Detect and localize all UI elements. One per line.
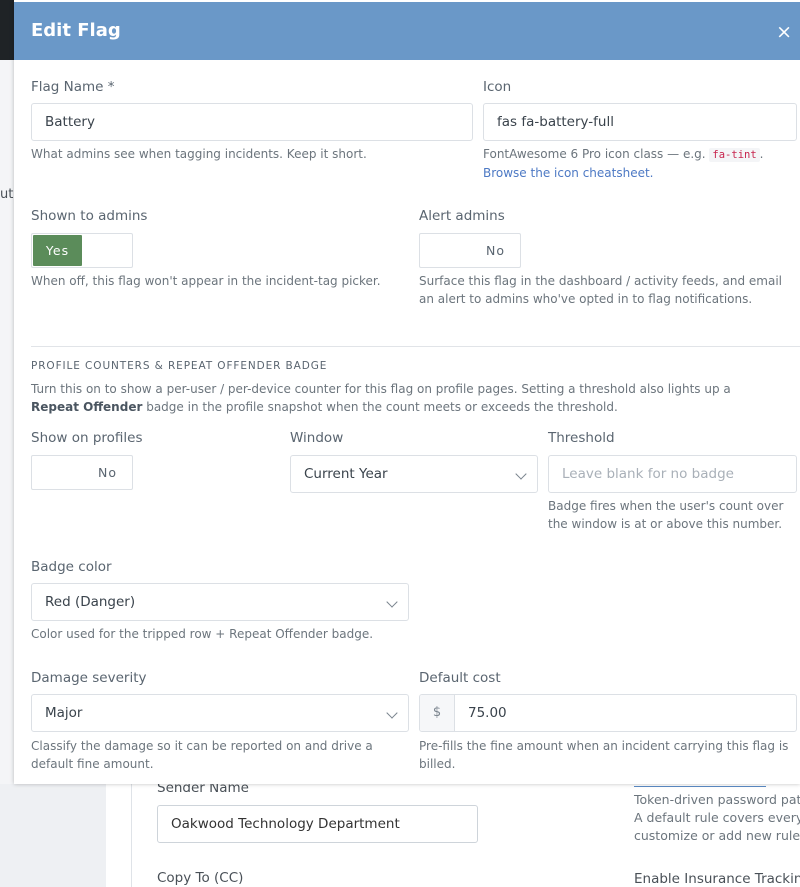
threshold-help: Badge fires when the user's count over t… [548, 499, 784, 531]
badge-color-help: Color used for the tripped row + Repeat … [31, 627, 374, 641]
chevron-down-icon [386, 707, 398, 719]
icon-help-text: FontAwesome 6 Pro icon class — e.g. [483, 147, 706, 161]
shown-to-admins-label: Shown to admins [31, 208, 148, 224]
threshold-input[interactable]: Leave blank for no badge [548, 455, 797, 493]
copy-to-label: Copy To (CC) [157, 870, 244, 886]
section-divider [31, 346, 800, 347]
sender-name-input[interactable]: Oakwood Technology Department [157, 805, 478, 843]
icon-help-period: . [759, 147, 764, 161]
default-cost-value: 75.00 [468, 705, 507, 721]
toggle-state-yes: Yes [33, 235, 82, 266]
show-on-profiles-toggle[interactable]: No [31, 455, 133, 490]
chevron-down-icon [515, 468, 527, 480]
default-cost-input[interactable]: $ 75.00 [419, 694, 797, 732]
modal-header: Edit Flag × [14, 2, 800, 60]
background-sidebar [0, 784, 106, 887]
edit-flag-modal: Edit Flag × Flag Name * Battery What adm… [14, 0, 800, 784]
insurance-tracking-label: Enable Insurance Trackin [634, 871, 800, 887]
window-select-value: Current Year [304, 466, 388, 482]
default-rule-help: A default rule covers every g [634, 810, 800, 825]
modal-title: Edit Flag [31, 20, 121, 41]
close-icon[interactable]: × [776, 23, 792, 42]
section-description: Turn this on to show a per-user / per-de… [31, 380, 781, 416]
show-on-profiles-label: Show on profiles [31, 430, 143, 446]
window-label: Window [290, 430, 344, 446]
alert-admins-toggle[interactable]: No [419, 233, 521, 268]
icon-class-input[interactable]: fas fa-battery-full [483, 103, 797, 141]
toggle-state-no: No [98, 465, 117, 480]
chevron-down-icon [386, 596, 398, 608]
shown-to-admins-toggle[interactable]: Yes [31, 233, 133, 268]
shown-to-admins-help: When off, this flag won't appear in the … [31, 274, 381, 288]
damage-severity-label: Damage severity [31, 670, 147, 686]
section-heading: PROFILE COUNTERS & REPEAT OFFENDER BADGE [31, 360, 328, 372]
window-select[interactable]: Current Year [290, 455, 538, 493]
flag-name-input[interactable]: Battery [31, 103, 473, 141]
alert-admins-help: Surface this flag in the dashboard / act… [419, 274, 783, 306]
alert-admins-label: Alert admins [419, 208, 505, 224]
section-desc-text: Turn this on to show a per-user / per-de… [31, 382, 731, 396]
badge-color-label: Badge color [31, 559, 112, 575]
section-desc-bold: Repeat Offender [31, 400, 143, 414]
flag-name-label: Flag Name * [31, 79, 115, 95]
currency-addon: $ [420, 695, 455, 731]
toggle-state-no: No [486, 243, 505, 258]
flag-name-help: What admins see when tagging incidents. … [31, 147, 367, 161]
badge-color-value: Red (Danger) [45, 594, 136, 610]
damage-severity-select[interactable]: Major [31, 694, 409, 732]
icon-label: Icon [483, 79, 512, 95]
icon-help: FontAwesome 6 Pro icon class — e.g. fa-t… [483, 145, 793, 182]
section-desc-text-2: badge in the profile snapshot when the c… [146, 400, 618, 414]
background-panel-border [131, 784, 132, 887]
icon-cheatsheet-link[interactable]: Browse the icon cheatsheet. [483, 166, 654, 180]
badge-color-select[interactable]: Red (Danger) [31, 583, 409, 621]
background-partial-text: ut [0, 187, 14, 202]
damage-severity-help: Classify the damage so it can be reporte… [31, 739, 373, 771]
damage-severity-value: Major [45, 705, 83, 721]
customize-rules-help: customize or add new rules f [634, 828, 800, 843]
background-left-strip [0, 60, 14, 784]
threshold-label: Threshold [548, 430, 615, 446]
default-cost-label: Default cost [419, 670, 501, 686]
default-cost-help: Pre-fills the fine amount when an incide… [419, 739, 789, 771]
password-pattern-help: Token-driven password patt [634, 792, 800, 807]
icon-example-code: fa-tint [709, 148, 760, 162]
background-field-underline [634, 786, 766, 787]
